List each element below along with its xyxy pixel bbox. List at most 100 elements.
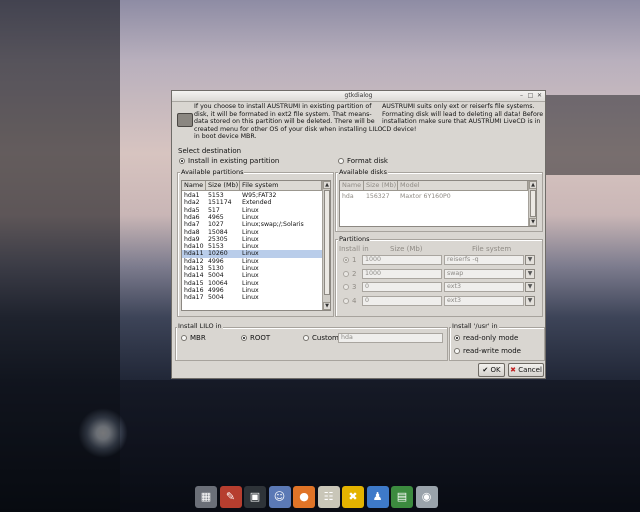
partition-row[interactable]: hda6 4965 Linux bbox=[182, 214, 322, 221]
partition-fs-select[interactable]: ext3 bbox=[444, 295, 524, 306]
partition-fs-select[interactable]: reiserfs -q bbox=[444, 255, 524, 265]
partition-size: 4996 bbox=[208, 286, 224, 294]
usr-readonly-radio[interactable] bbox=[454, 335, 460, 341]
chevron-down-icon[interactable]: ▼ bbox=[525, 255, 535, 265]
partition-size: 4965 bbox=[208, 213, 224, 221]
partition-row[interactable]: hda16 4996 Linux bbox=[182, 287, 322, 294]
scroll-up-icon[interactable]: ▲ bbox=[323, 181, 330, 189]
kpager-icon[interactable]: ▦ bbox=[195, 486, 217, 508]
chevron-down-icon[interactable]: ▼ bbox=[525, 295, 535, 306]
partition-row[interactable]: hda17 5004 Linux bbox=[182, 294, 322, 301]
partition-number: 2 bbox=[352, 269, 357, 278]
col-header-name[interactable]: Name bbox=[182, 181, 206, 191]
lilo-custom-input[interactable]: hda bbox=[338, 333, 443, 343]
partition-name: hda7 bbox=[184, 221, 200, 229]
disks-scroll-down-icon[interactable]: ▼ bbox=[529, 218, 536, 226]
minimize-icon[interactable]: – bbox=[518, 92, 525, 99]
partition-1-radio[interactable] bbox=[343, 257, 349, 263]
partition-row[interactable]: hda11 10260 Linux bbox=[182, 250, 322, 258]
file-manager-icon[interactable]: ☺ bbox=[268, 486, 291, 508]
graphics-app-icon[interactable]: ✎ bbox=[219, 486, 242, 508]
partition-row[interactable]: hda12 4996 Linux bbox=[182, 258, 322, 265]
network-icon[interactable]: ☷ bbox=[317, 486, 340, 508]
partition-size-input[interactable]: 1000 bbox=[362, 268, 442, 279]
partition-row[interactable]: hda7 1027 Linux;swap;/;Solaris bbox=[182, 221, 322, 228]
disk-model: Maxtor 6Y160P0 bbox=[400, 193, 451, 200]
partition-filesystem: Linux bbox=[242, 272, 259, 280]
harddisk-icon bbox=[177, 113, 193, 127]
partition-filesystem: Linux bbox=[242, 286, 259, 294]
partition-number: 3 bbox=[352, 283, 357, 291]
info-text-left: If you choose to install AUSTRUMI in exi… bbox=[194, 103, 383, 141]
partitions-scrollbar[interactable]: ▲ ▼ bbox=[322, 181, 330, 310]
partition-row[interactable]: hda1 5153 W95;FAT32 bbox=[182, 192, 322, 199]
partition-size-input[interactable]: 1000 bbox=[362, 255, 442, 265]
partition-size: 10064 bbox=[208, 279, 228, 287]
disks-list[interactable]: Name Size (Mb) Model hda 156327 Maxtor 6… bbox=[339, 180, 537, 227]
install-in-header: Install in bbox=[339, 245, 369, 253]
disk-row[interactable]: hda 156327 Maxtor 6Y160P0 bbox=[340, 193, 536, 200]
window-titlebar[interactable]: gtkdialog – □ ✕ bbox=[172, 91, 545, 102]
scroll-thumb[interactable] bbox=[324, 190, 330, 295]
partition-size-input[interactable]: 0 bbox=[362, 282, 442, 292]
partition-4-radio[interactable] bbox=[343, 297, 349, 304]
partition-size: 4996 bbox=[208, 257, 224, 265]
partition-row[interactable]: hda14 5004 Linux bbox=[182, 272, 322, 279]
usr-readwrite-radio[interactable] bbox=[454, 348, 460, 354]
install-existing-radio[interactable] bbox=[179, 158, 185, 164]
partition-size: 5153 bbox=[208, 192, 224, 199]
partition-size: 5153 bbox=[208, 243, 224, 251]
partition-row[interactable]: hda8 15084 Linux bbox=[182, 229, 322, 236]
select-destination-label: Select destination bbox=[178, 147, 242, 155]
col-header-size[interactable]: Size (Mb) bbox=[206, 181, 240, 191]
col-header-filesystem[interactable]: File system bbox=[240, 181, 322, 191]
close-icon[interactable]: ✕ bbox=[536, 92, 543, 99]
disk-col-model[interactable]: Model bbox=[398, 181, 528, 191]
partitions-label: Partitions bbox=[338, 235, 371, 243]
scroll-down-icon[interactable]: ▼ bbox=[323, 302, 330, 310]
format-disk-label: Format disk bbox=[347, 157, 388, 165]
partition-row[interactable]: hda9 25305 Linux bbox=[182, 236, 322, 243]
treeline-right bbox=[546, 95, 640, 175]
info-text-right: AUSTRUMI suits only ext or reiserfs file… bbox=[382, 103, 544, 133]
lilo-root-radio[interactable] bbox=[241, 335, 247, 341]
terminal-icon[interactable]: ▣ bbox=[244, 486, 266, 508]
partition-filesystem: Linux bbox=[242, 206, 259, 214]
partition-name: hda2 bbox=[184, 199, 200, 207]
disk-col-size[interactable]: Size (Mb) bbox=[364, 181, 398, 191]
partition-2-radio[interactable] bbox=[343, 270, 349, 277]
format-disk-radio[interactable] bbox=[338, 158, 344, 164]
maximize-icon[interactable]: □ bbox=[527, 92, 534, 99]
usr-label: Install '/usr' in bbox=[451, 322, 499, 330]
partition-row[interactable]: hda5 517 Linux bbox=[182, 207, 322, 214]
partition-fs-select[interactable]: ext3 bbox=[444, 282, 524, 292]
ok-button[interactable]: ✔ OK bbox=[478, 363, 505, 377]
partition-row[interactable]: hda2 151174 Extended bbox=[182, 199, 322, 206]
cancel-button[interactable]: ✖ Cancel bbox=[508, 363, 544, 377]
usr-readonly-label: read-only mode bbox=[463, 334, 519, 342]
document-icon[interactable]: ▤ bbox=[391, 486, 413, 508]
chevron-down-icon[interactable]: ▼ bbox=[525, 282, 535, 292]
disk-col-name[interactable]: Name bbox=[340, 181, 364, 191]
disks-scrollbar[interactable]: ▲ ▼ bbox=[528, 181, 536, 226]
partition-size: 15084 bbox=[208, 228, 228, 236]
partitions-list[interactable]: Name Size (Mb) File system hda1 5153 W95;F… bbox=[181, 180, 331, 311]
pidgin-icon[interactable]: ♟ bbox=[366, 486, 389, 508]
partition-fs-select[interactable]: swap bbox=[444, 268, 524, 279]
partition-row[interactable]: hda13 5130 Linux bbox=[182, 265, 322, 272]
partition-size-input[interactable]: 0 bbox=[362, 295, 442, 306]
partition-3-radio[interactable] bbox=[343, 284, 349, 290]
installer-icon[interactable]: ◉ bbox=[415, 486, 438, 508]
partition-row[interactable]: hda10 5153 Linux bbox=[182, 243, 322, 250]
partition-row[interactable]: hda15 10064 Linux bbox=[182, 280, 322, 287]
cancel-icon: ✖ bbox=[510, 366, 516, 374]
lilo-mbr-radio[interactable] bbox=[181, 335, 187, 341]
partition-size: 5004 bbox=[208, 294, 224, 302]
disks-scroll-thumb[interactable] bbox=[530, 190, 536, 217]
disks-scroll-up-icon[interactable]: ▲ bbox=[529, 181, 536, 189]
firefox-icon[interactable]: ● bbox=[293, 486, 315, 508]
tools-icon[interactable]: ✖ bbox=[342, 486, 364, 508]
lilo-custom-radio[interactable] bbox=[303, 335, 309, 341]
chevron-down-icon[interactable]: ▼ bbox=[525, 268, 535, 279]
partition-size: 517 bbox=[208, 206, 220, 214]
